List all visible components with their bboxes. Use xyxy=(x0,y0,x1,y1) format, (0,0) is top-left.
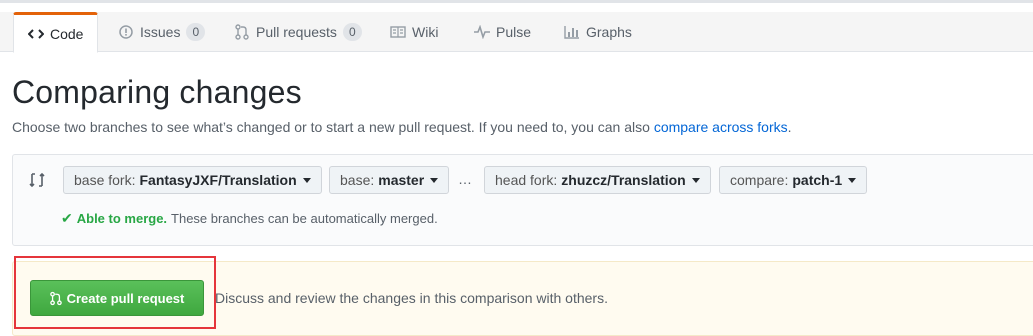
check-icon: ✔ xyxy=(61,210,73,226)
chevron-down-icon xyxy=(302,177,311,183)
chevron-down-icon xyxy=(691,177,700,183)
compare-arrows-icon xyxy=(29,172,45,188)
head-fork-select[interactable]: head fork: zhuzcz/Translation xyxy=(484,166,711,194)
tab-pull-requests-label: Pull requests xyxy=(256,24,337,40)
create-pull-request-button[interactable]: Create pull request xyxy=(30,280,204,316)
base-fork-select[interactable]: base fork: FantasyJXF/Translation xyxy=(63,166,322,194)
tab-wiki[interactable]: Wiki xyxy=(376,12,452,52)
chevron-down-icon xyxy=(848,177,857,183)
pull-request-icon xyxy=(49,291,62,305)
tab-code[interactable]: Code xyxy=(13,12,99,53)
pr-description: Discuss and review the changes in this c… xyxy=(215,290,608,306)
merge-status-label: Able to merge. xyxy=(76,211,168,226)
tab-issues-label: Issues xyxy=(140,24,181,40)
compare-branch-select[interactable]: compare: patch-1 xyxy=(719,166,868,194)
base-fork-value: FantasyJXF/Translation xyxy=(139,172,297,188)
subtitle-end: . xyxy=(787,119,792,135)
tab-graphs[interactable]: Graphs xyxy=(550,12,646,52)
base-fork-label: base fork: xyxy=(74,172,136,188)
merge-status-text: These branches can be automatically merg… xyxy=(171,211,438,226)
pull-request-icon xyxy=(234,24,250,40)
base-branch-select[interactable]: base: master xyxy=(329,166,450,194)
code-icon xyxy=(28,26,44,42)
pulse-icon xyxy=(474,24,490,40)
tab-pull-requests[interactable]: Pull requests 0 xyxy=(220,12,376,52)
compare-value: patch-1 xyxy=(792,172,843,188)
repo-tab-nav: Code Issues 0 Pull requests 0 Wiki Pulse… xyxy=(0,12,1033,53)
create-pr-box: Create pull request Discuss and review t… xyxy=(12,261,1033,336)
tab-graphs-label: Graphs xyxy=(586,24,632,40)
range-separator: … xyxy=(458,171,472,187)
chevron-down-icon xyxy=(430,177,439,183)
tab-issues[interactable]: Issues 0 xyxy=(104,12,219,52)
tab-pulse-label: Pulse xyxy=(496,24,532,40)
issues-counter: 0 xyxy=(186,23,206,41)
head-fork-value: zhuzcz/Translation xyxy=(561,172,686,188)
merge-status: ✔ Able to merge. These branches can be a… xyxy=(61,210,438,227)
create-pull-request-label: Create pull request xyxy=(66,290,185,306)
subtitle-text: Choose two branches to see what’s change… xyxy=(12,119,650,135)
page-title: Comparing changes xyxy=(12,74,302,110)
tab-pulse[interactable]: Pulse xyxy=(460,12,545,52)
pull-requests-counter: 0 xyxy=(342,23,362,41)
top-border xyxy=(0,0,1033,3)
base-value: master xyxy=(378,172,425,188)
tab-code-label: Code xyxy=(50,25,84,42)
base-label: base: xyxy=(340,172,375,188)
branch-range-editor: base fork: FantasyJXF/Translation base: … xyxy=(12,154,1033,246)
graph-icon xyxy=(564,24,580,40)
compare-label: compare: xyxy=(730,172,789,188)
issue-icon xyxy=(118,24,134,40)
page-subtitle: Choose two branches to see what’s change… xyxy=(12,119,792,135)
tab-wiki-label: Wiki xyxy=(412,24,439,40)
book-icon xyxy=(390,24,406,40)
head-fork-label: head fork: xyxy=(495,172,558,188)
compare-across-forks-link[interactable]: compare across forks xyxy=(654,119,788,135)
